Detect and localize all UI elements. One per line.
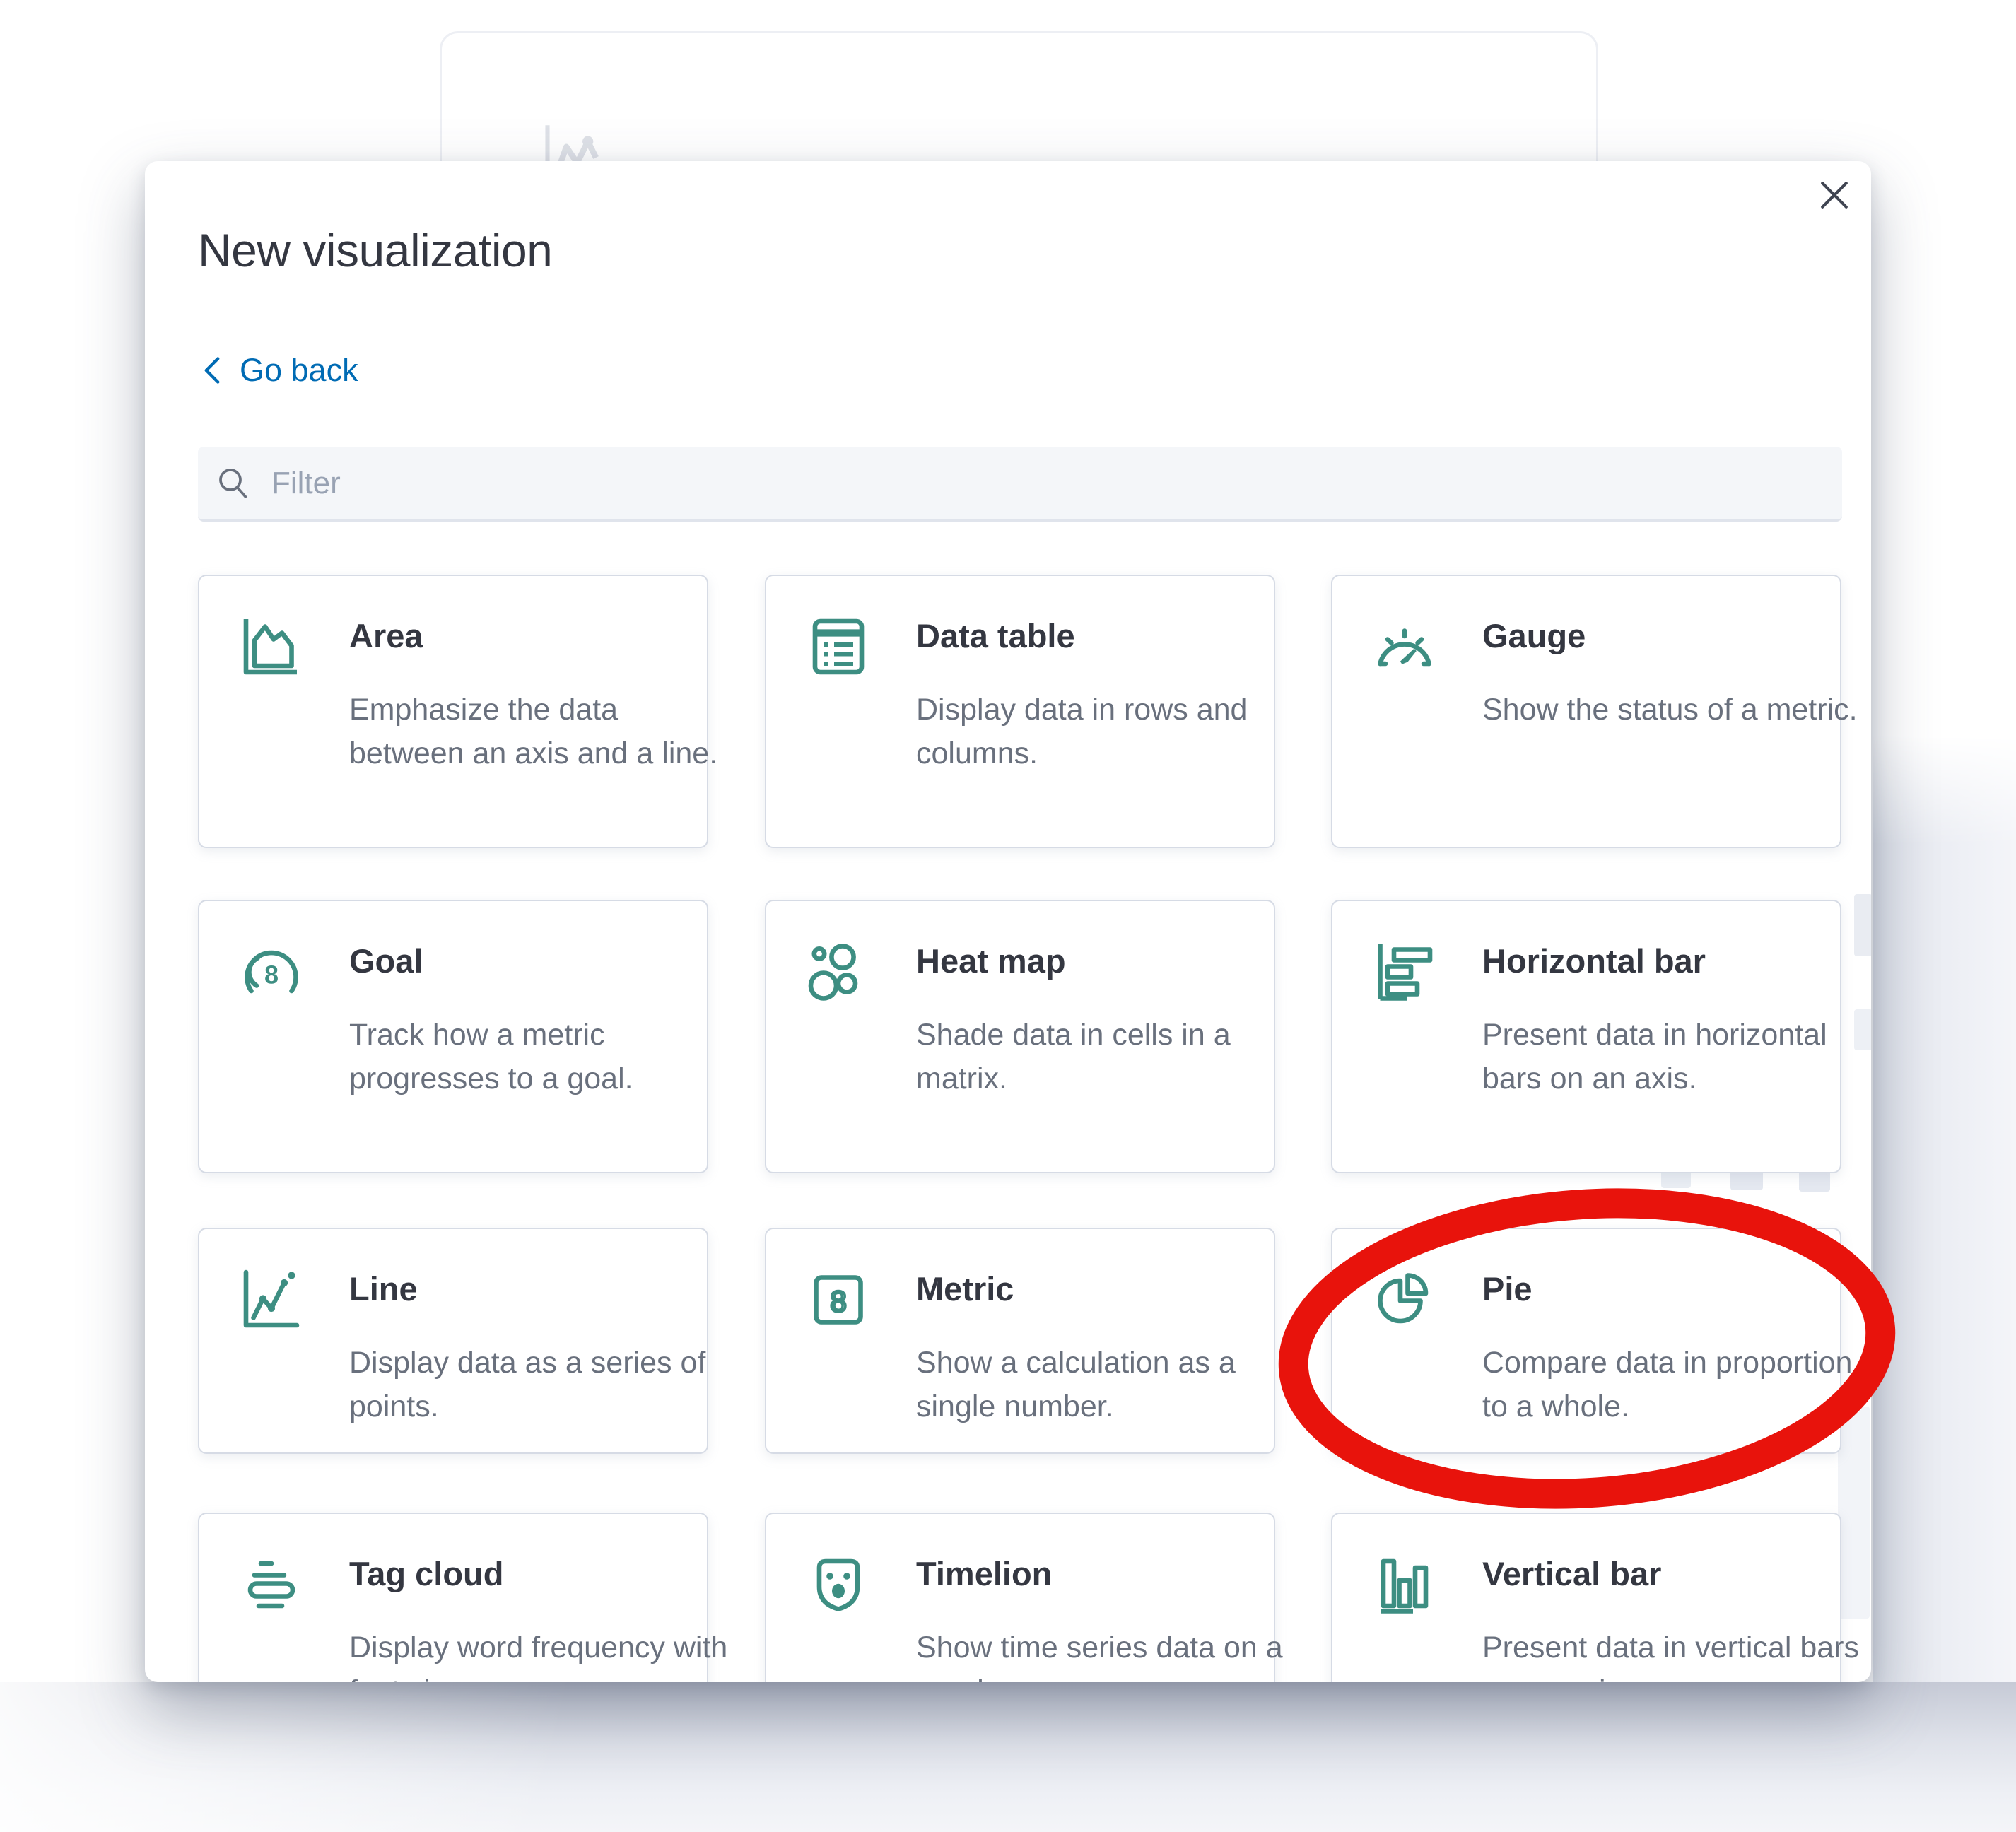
vis-type-card-area[interactable]: Area Emphasize the data between an axis …	[198, 575, 708, 848]
card-description: Display data in rows and columns.	[916, 688, 1303, 775]
line-chart-icon	[238, 1266, 308, 1337]
card-description: Emphasize the data between an axis and a…	[349, 688, 737, 775]
new-visualization-modal: New visualization Go back Area	[145, 161, 1871, 1682]
card-description: Shade data in cells in a matrix.	[916, 1013, 1303, 1100]
card-title: Metric	[916, 1269, 1014, 1310]
area-chart-icon	[238, 613, 308, 683]
modal-title: New visualization	[198, 221, 552, 280]
close-icon[interactable]	[1813, 174, 1856, 216]
svg-text:8: 8	[264, 961, 279, 990]
filter-field	[198, 447, 1842, 522]
pie-chart-icon	[1371, 1266, 1441, 1337]
card-description: Present data in vertical bars on an axis…	[1482, 1626, 1870, 1682]
background-deco-block	[1854, 894, 1871, 956]
card-description: Track how a metric progresses to a goal.	[349, 1013, 737, 1100]
card-title: Timelion	[916, 1554, 1052, 1595]
background-gradient-bottom-highlight	[0, 1682, 2016, 1832]
vis-type-card-horizontal-bar[interactable]: Horizontal bar Present data in horizonta…	[1331, 900, 1841, 1173]
vis-type-card-data-table[interactable]: Data table Display data in rows and colu…	[765, 575, 1275, 848]
goal-icon: 8	[238, 938, 308, 1009]
gauge-icon	[1371, 613, 1441, 683]
svg-text:8: 8	[830, 1285, 846, 1318]
card-title: Vertical bar	[1482, 1554, 1661, 1595]
card-title: Tag cloud	[349, 1554, 503, 1595]
vis-type-card-goal[interactable]: 8 Goal Track how a metric progresses to …	[198, 900, 708, 1173]
go-back-label: Go back	[240, 352, 358, 389]
vis-type-card-timelion[interactable]: Timelion Show time series data on a grap…	[765, 1513, 1275, 1682]
card-title: Heat map	[916, 941, 1066, 982]
data-table-icon	[804, 613, 875, 683]
card-title: Gauge	[1482, 616, 1586, 657]
vis-type-card-line[interactable]: Line Display data as a series of points.	[198, 1228, 708, 1454]
chevron-left-icon	[200, 355, 224, 386]
vis-type-card-vertical-bar[interactable]: Vertical bar Present data in vertical ba…	[1331, 1513, 1841, 1682]
card-title: Goal	[349, 941, 423, 982]
go-back-link[interactable]: Go back	[200, 352, 358, 389]
filter-input[interactable]	[270, 465, 1824, 502]
vis-type-card-heat-map[interactable]: Heat map Shade data in cells in a matrix…	[765, 900, 1275, 1173]
tag-cloud-icon	[238, 1551, 308, 1621]
vis-type-card-tag-cloud[interactable]: Tag cloud Display word frequency with fo…	[198, 1513, 708, 1682]
search-icon	[216, 466, 252, 501]
heat-map-icon	[804, 938, 875, 1009]
vertical-bar-chart-icon	[1371, 1551, 1441, 1621]
metric-icon: 8	[804, 1266, 875, 1337]
card-title: Line	[349, 1269, 418, 1310]
vis-type-card-pie[interactable]: Pie Compare data in proportion to a whol…	[1331, 1228, 1841, 1454]
card-description: Show a calculation as a single number.	[916, 1341, 1303, 1428]
timelion-bear-icon	[804, 1551, 875, 1621]
card-description: Display data as a series of points.	[349, 1341, 737, 1428]
card-description: Present data in horizontal bars on an ax…	[1482, 1013, 1870, 1100]
card-description: Show time series data on a graph.	[916, 1626, 1303, 1682]
card-description: Display word frequency with font size.	[349, 1626, 737, 1682]
card-title: Horizontal bar	[1482, 941, 1706, 982]
kibana-new-visualization-screen: New visualization Go back Area	[0, 0, 2016, 1832]
horizontal-bar-chart-icon	[1371, 938, 1441, 1009]
card-description: Compare data in proportion to a whole.	[1482, 1341, 1870, 1428]
card-title: Area	[349, 616, 423, 657]
vis-type-card-metric[interactable]: 8 Metric Show a calculation as a single …	[765, 1228, 1275, 1454]
background-deco-block	[1838, 1407, 1870, 1619]
card-description: Show the status of a metric.	[1482, 688, 1870, 732]
background-gradient-right	[1873, 735, 2016, 1832]
card-title: Pie	[1482, 1269, 1532, 1310]
vis-type-card-gauge[interactable]: Gauge Show the status of a metric.	[1331, 575, 1841, 848]
card-title: Data table	[916, 616, 1075, 657]
